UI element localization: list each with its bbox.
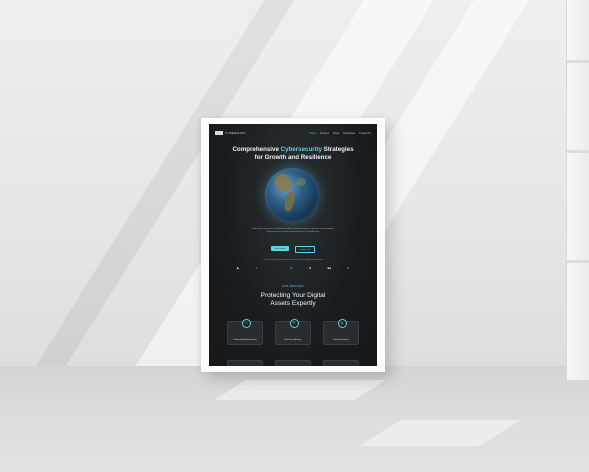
service-card: ⚿ Vulnerability Assessment [227, 319, 263, 345]
get-started-button: Get Started [271, 246, 289, 251]
brand-logo-icon: ● [347, 266, 349, 270]
service-card: ⛨ Red Team Activity [275, 319, 311, 345]
brand-logo-icon: ■■ [327, 266, 332, 270]
hero-title-line2: for Growth and Resilience [254, 154, 332, 161]
service-card: ◍ Pentest Services [323, 319, 359, 345]
logo-text: CYBERSHIFT [225, 131, 247, 135]
service-card-label: Red Team Activity [284, 339, 302, 342]
hero-title-part: Strategies [321, 146, 354, 153]
nav-item-services: Services [319, 131, 329, 135]
nike-logo-icon: ✓ [255, 266, 258, 270]
service-card [227, 360, 263, 366]
poster: CYBERSHIFT Home Services About Certifica… [209, 124, 377, 366]
logo-icon [215, 131, 223, 135]
contact-us-button: Contact Us [295, 246, 315, 253]
key-icon: ⚿ [241, 319, 251, 328]
hero-title-accent: Cybersecurity [280, 146, 322, 153]
nav-item-contact: Contact Us [359, 131, 371, 135]
target-icon: ◍ [337, 319, 347, 328]
nav-item-home: Home [309, 131, 316, 135]
youtube-logo-icon: ▶ [237, 266, 240, 270]
nav-item-about: About [332, 131, 340, 135]
service-cards: ⚿ Vulnerability Assessment ⛨ Red Team Ac… [227, 319, 359, 345]
nav-item-certificates: Certificates [343, 131, 356, 135]
cta-row: Get Started Contact Us [209, 246, 377, 253]
trust-text: We are trusted by global brands to prote… [263, 259, 323, 261]
brand-logos: ▶ ✓ ▭ ❖ ■■ ● [237, 266, 349, 270]
shield-icon: ⛨ [289, 319, 299, 328]
services-title: Protecting Your Digital Assets Expertly [209, 292, 377, 308]
service-card [323, 360, 359, 366]
window-frame [566, 0, 589, 380]
service-card [275, 360, 311, 366]
brand-logo-icon: ❖ [308, 266, 312, 270]
services-title-line2: Assets Expertly [270, 300, 316, 307]
poster-frame: CYBERSHIFT Home Services About Certifica… [201, 118, 385, 372]
hero-title-part: Comprehensive [232, 146, 281, 153]
services-title-line1: Protecting Your Digital [260, 292, 326, 299]
hero-description: Unlock your business's full potential wi… [251, 228, 335, 233]
services-label: OUR SERVICES [282, 285, 304, 288]
globe-image [265, 168, 319, 222]
poster-nav: CYBERSHIFT Home Services About Certifica… [215, 129, 371, 137]
hero-title: Comprehensive Cybersecurity Strategies f… [209, 146, 377, 162]
service-card-label: Vulnerability Assessment [233, 339, 257, 342]
service-cards-row2 [227, 360, 359, 366]
nav-menu: Home Services About Certificates Contact… [309, 132, 371, 135]
logo: CYBERSHIFT [215, 131, 246, 135]
brand-logo-icon: ▭ [289, 266, 293, 270]
service-card-label: Pentest Services [333, 339, 349, 342]
